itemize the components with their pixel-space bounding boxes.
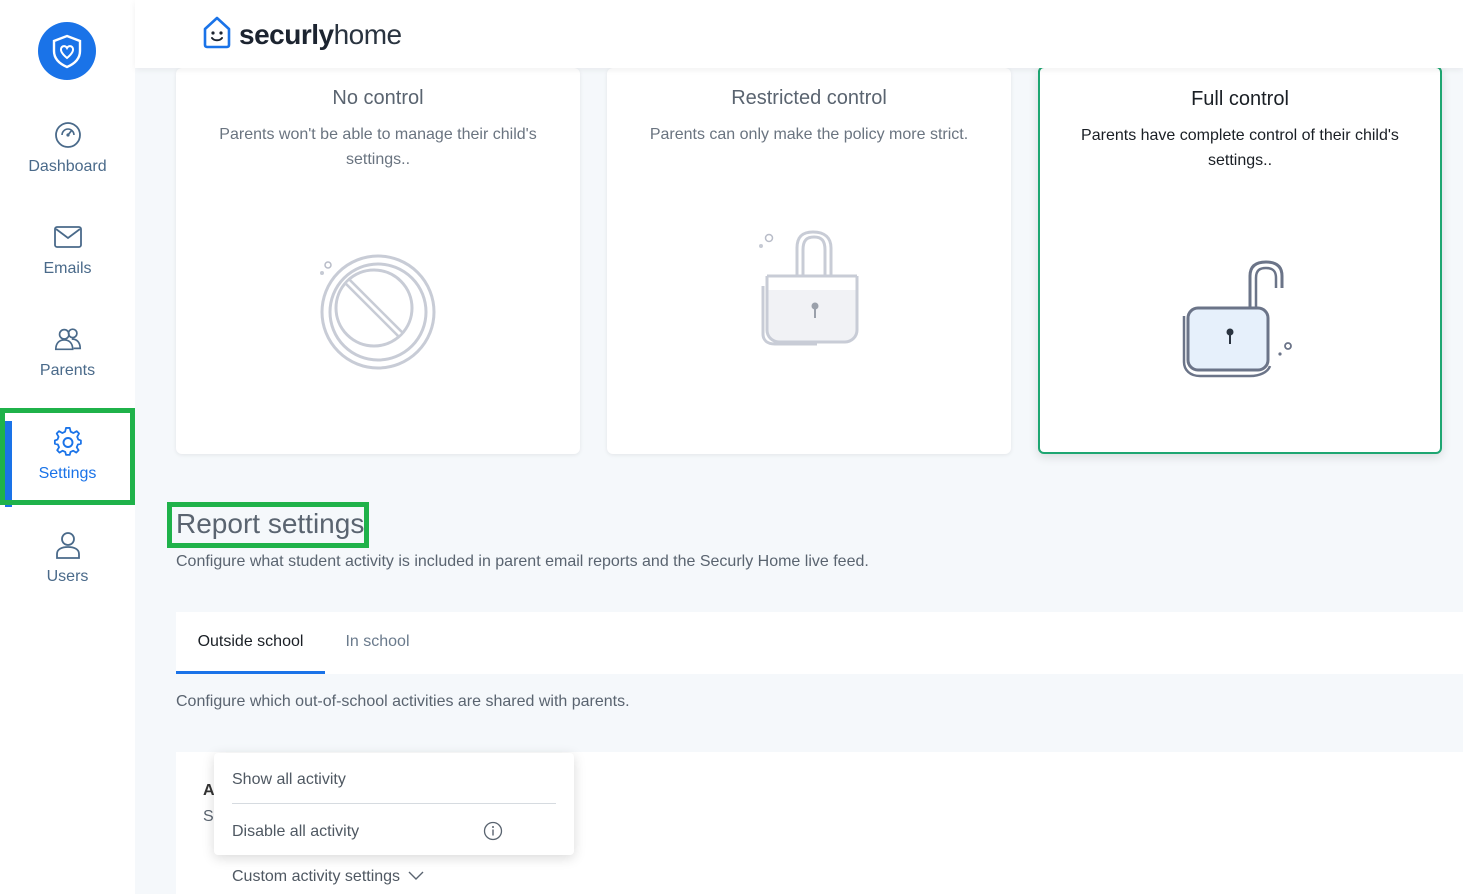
sidebar-item-emails[interactable]: Emails xyxy=(0,222,135,312)
card-title: No control xyxy=(332,87,424,109)
unlocked-padlock-icon xyxy=(1178,258,1308,393)
sidebar-item-label: Parents xyxy=(39,362,96,379)
report-settings-description: Configure what student activity is inclu… xyxy=(176,553,869,570)
activity-dropdown-menu: Show all activity Disable all activity xyxy=(214,753,574,855)
envelope-icon xyxy=(53,222,83,252)
users-icon xyxy=(53,324,83,354)
house-smile-icon xyxy=(201,14,233,55)
card-restricted-control[interactable]: Restricted control Parents can only make… xyxy=(607,68,1011,454)
brand-light: home xyxy=(333,18,403,50)
sidebar-item-users[interactable]: Users xyxy=(0,530,135,620)
user-icon xyxy=(53,530,83,560)
prohibited-icon xyxy=(314,248,444,383)
chevron-down-icon xyxy=(400,868,424,886)
card-description: Parents won't be able to manage their ch… xyxy=(219,126,537,168)
card-no-control[interactable]: No control Parents won't be able to mana… xyxy=(176,68,580,454)
activity-settings-select[interactable]: Custom activity settings xyxy=(232,868,424,886)
card-full-control[interactable]: Full control Parents have complete contr… xyxy=(1038,66,1442,454)
option-disable-all-activity[interactable]: Disable all activity xyxy=(232,823,359,841)
tab-description: Configure which out-of-school activities… xyxy=(176,693,630,710)
sidebar-item-label: Settings xyxy=(38,465,97,482)
sidebar-item-label: Dashboard xyxy=(28,158,107,175)
card-description: Parents can only make the policy more st… xyxy=(649,126,969,143)
locked-padlock-icon xyxy=(755,226,865,356)
brand-name: securlyhome xyxy=(239,19,402,51)
panel-subtext-partial: S xyxy=(203,808,214,825)
brand-logo[interactable]: securlyhome xyxy=(201,14,402,55)
sidebar-item-settings[interactable]: Settings xyxy=(0,421,135,517)
gear-icon xyxy=(53,427,83,457)
report-tabs: Outside school In school xyxy=(176,612,1463,674)
option-show-all-activity[interactable]: Show all activity xyxy=(232,771,346,789)
brand-bold: securly xyxy=(239,18,334,50)
info-icon[interactable] xyxy=(483,821,503,846)
dropdown-divider xyxy=(232,803,556,804)
sidebar: Dashboard Emails Parents Settings Users xyxy=(0,0,135,894)
report-settings-title: Report settings xyxy=(176,508,365,539)
selected-value: Custom activity settings xyxy=(232,868,401,885)
tab-outside-school[interactable]: Outside school xyxy=(176,612,325,674)
gauge-icon xyxy=(53,120,83,150)
sidebar-item-parents[interactable]: Parents xyxy=(0,324,135,414)
sidebar-item-label: Emails xyxy=(43,260,92,277)
shield-heart-icon[interactable] xyxy=(38,22,96,80)
top-header: securlyhome xyxy=(135,0,1463,68)
sidebar-item-dashboard[interactable]: Dashboard xyxy=(0,120,135,210)
card-title: Restricted control xyxy=(731,87,887,109)
tab-in-school[interactable]: In school xyxy=(325,612,430,674)
card-description: Parents have complete control of their c… xyxy=(1081,127,1399,169)
card-title: Full control xyxy=(1191,88,1289,110)
sidebar-item-label: Users xyxy=(46,568,89,585)
panel-heading-partial: A xyxy=(203,782,215,799)
